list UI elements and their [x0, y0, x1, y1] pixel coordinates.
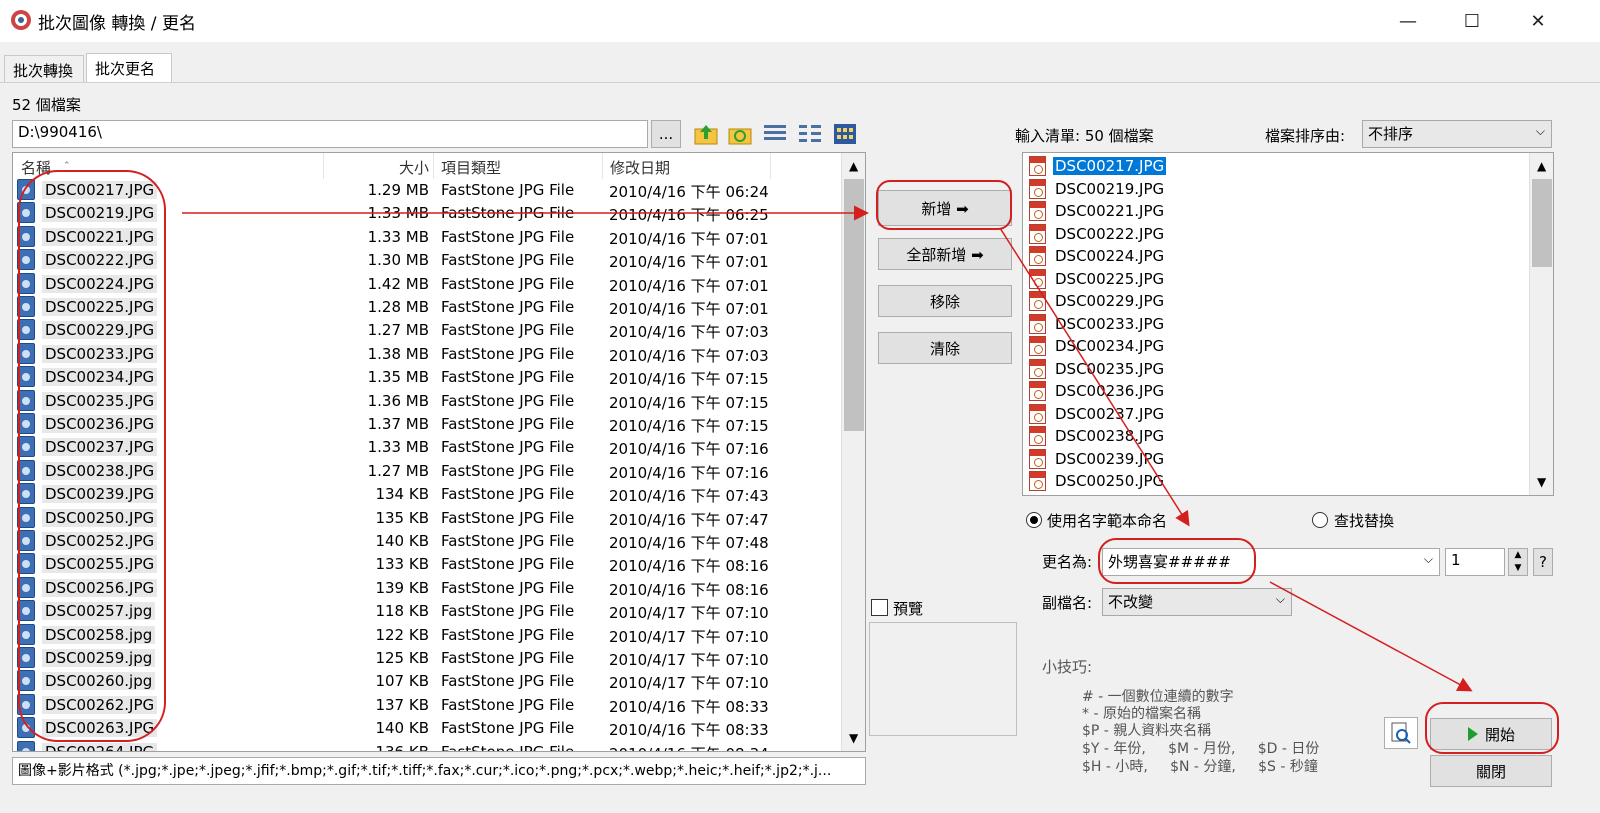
annotation-arrows [182, 205, 1473, 692]
